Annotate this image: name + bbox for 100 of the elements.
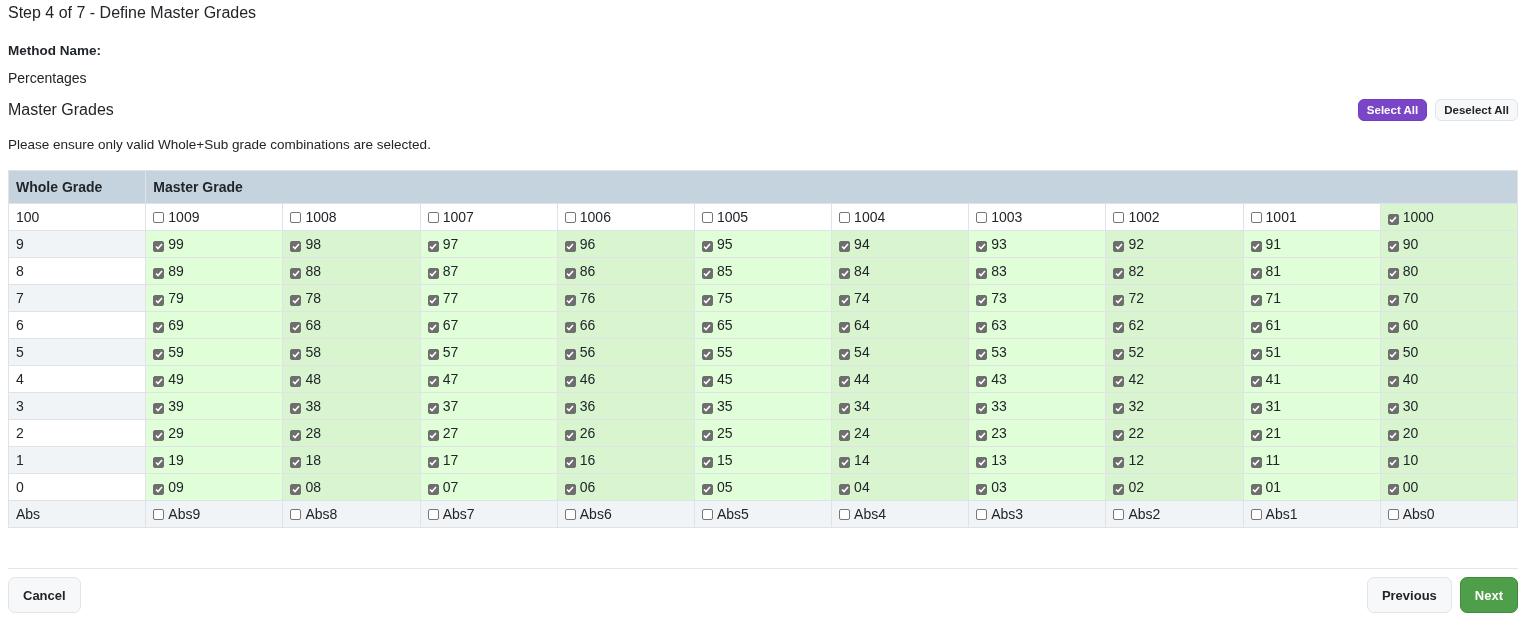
checkbox[interactable] — [1250, 295, 1262, 306]
checkbox[interactable] — [290, 212, 302, 223]
checkbox[interactable] — [839, 322, 851, 333]
checkbox[interactable] — [564, 457, 576, 468]
footer-button[interactable]: Cancel — [8, 577, 81, 613]
checkbox[interactable] — [701, 484, 713, 495]
checkbox[interactable] — [1113, 403, 1125, 414]
checkbox[interactable] — [290, 295, 302, 306]
checkbox[interactable] — [1250, 268, 1262, 279]
checkbox[interactable] — [1250, 484, 1262, 495]
deselect-all-button[interactable]: Deselect All — [1435, 99, 1518, 121]
checkbox[interactable] — [1250, 241, 1262, 252]
checkbox[interactable] — [701, 322, 713, 333]
checkbox[interactable] — [1387, 430, 1399, 441]
checkbox[interactable] — [427, 430, 439, 441]
checkbox[interactable] — [701, 268, 713, 279]
checkbox[interactable] — [153, 268, 165, 279]
checkbox[interactable] — [701, 430, 713, 441]
checkbox[interactable] — [1387, 509, 1399, 520]
checkbox[interactable] — [1250, 430, 1262, 441]
checkbox[interactable] — [1250, 509, 1262, 520]
checkbox[interactable] — [701, 212, 713, 223]
checkbox[interactable] — [290, 403, 302, 414]
checkbox[interactable] — [976, 457, 988, 468]
checkbox[interactable] — [153, 295, 165, 306]
checkbox[interactable] — [1250, 212, 1262, 223]
checkbox[interactable] — [976, 376, 988, 387]
checkbox[interactable] — [1387, 268, 1399, 279]
checkbox[interactable] — [839, 268, 851, 279]
checkbox[interactable] — [153, 509, 165, 520]
checkbox[interactable] — [290, 457, 302, 468]
checkbox[interactable] — [153, 484, 165, 495]
checkbox[interactable] — [1113, 322, 1125, 333]
checkbox[interactable] — [564, 268, 576, 279]
checkbox[interactable] — [1387, 295, 1399, 306]
checkbox[interactable] — [153, 403, 165, 414]
checkbox[interactable] — [976, 241, 988, 252]
checkbox[interactable] — [701, 295, 713, 306]
checkbox[interactable] — [564, 403, 576, 414]
checkbox[interactable] — [427, 403, 439, 414]
checkbox[interactable] — [153, 430, 165, 441]
checkbox[interactable] — [1250, 457, 1262, 468]
checkbox[interactable] — [839, 349, 851, 360]
checkbox[interactable] — [427, 376, 439, 387]
checkbox[interactable] — [427, 322, 439, 333]
checkbox[interactable] — [1113, 268, 1125, 279]
checkbox[interactable] — [976, 403, 988, 414]
checkbox[interactable] — [1387, 457, 1399, 468]
checkbox[interactable] — [564, 430, 576, 441]
checkbox[interactable] — [839, 376, 851, 387]
select-all-button[interactable]: Select All — [1357, 99, 1428, 121]
checkbox[interactable] — [427, 349, 439, 360]
checkbox[interactable] — [976, 509, 988, 520]
checkbox[interactable] — [1387, 484, 1399, 495]
checkbox[interactable] — [1250, 403, 1262, 414]
checkbox[interactable] — [427, 509, 439, 520]
checkbox[interactable] — [976, 295, 988, 306]
checkbox[interactable] — [290, 430, 302, 441]
checkbox[interactable] — [1113, 457, 1125, 468]
checkbox[interactable] — [1113, 430, 1125, 441]
checkbox[interactable] — [564, 322, 576, 333]
checkbox[interactable] — [564, 241, 576, 252]
checkbox[interactable] — [1250, 322, 1262, 333]
checkbox[interactable] — [1113, 349, 1125, 360]
checkbox[interactable] — [564, 509, 576, 520]
checkbox[interactable] — [701, 376, 713, 387]
checkbox[interactable] — [1250, 349, 1262, 360]
checkbox[interactable] — [153, 376, 165, 387]
checkbox[interactable] — [976, 322, 988, 333]
checkbox[interactable] — [427, 457, 439, 468]
checkbox[interactable] — [976, 268, 988, 279]
checkbox[interactable] — [153, 457, 165, 468]
checkbox[interactable] — [976, 484, 988, 495]
checkbox[interactable] — [976, 430, 988, 441]
checkbox[interactable] — [1250, 376, 1262, 387]
checkbox[interactable] — [290, 484, 302, 495]
checkbox[interactable] — [1113, 212, 1125, 223]
checkbox[interactable] — [564, 349, 576, 360]
checkbox[interactable] — [290, 241, 302, 252]
checkbox[interactable] — [701, 509, 713, 520]
checkbox[interactable] — [976, 349, 988, 360]
checkbox[interactable] — [701, 457, 713, 468]
checkbox[interactable] — [1387, 214, 1399, 225]
checkbox[interactable] — [839, 457, 851, 468]
checkbox[interactable] — [1113, 295, 1125, 306]
checkbox[interactable] — [701, 403, 713, 414]
checkbox[interactable] — [427, 484, 439, 495]
checkbox[interactable] — [1387, 403, 1399, 414]
checkbox[interactable] — [153, 322, 165, 333]
checkbox[interactable] — [1113, 484, 1125, 495]
checkbox[interactable] — [1113, 241, 1125, 252]
checkbox[interactable] — [839, 241, 851, 252]
checkbox[interactable] — [839, 430, 851, 441]
checkbox[interactable] — [427, 295, 439, 306]
checkbox[interactable] — [290, 509, 302, 520]
checkbox[interactable] — [427, 241, 439, 252]
checkbox[interactable] — [701, 241, 713, 252]
checkbox[interactable] — [1387, 322, 1399, 333]
checkbox[interactable] — [290, 268, 302, 279]
checkbox[interactable] — [1387, 241, 1399, 252]
